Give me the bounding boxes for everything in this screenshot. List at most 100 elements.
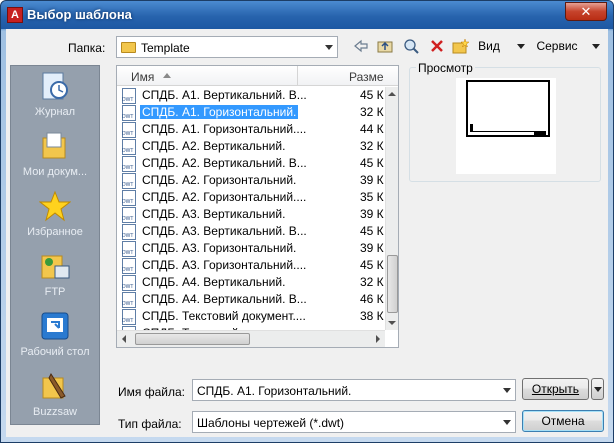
column-name-label: Имя — [131, 70, 155, 84]
file-name: СПДБ. А3. Вертикальний. В... — [142, 224, 307, 238]
my-documents-icon — [42, 132, 66, 159]
table-row[interactable]: СПДБ. А3. Горизонтальний. 39 К — [117, 240, 385, 257]
dwt-file-icon — [122, 88, 136, 104]
folder-combo[interactable]: Template — [116, 36, 338, 58]
file-name: СПДБ. Текстовий документ.... — [142, 309, 306, 323]
dwt-file-icon — [122, 105, 136, 121]
tools-menu-button[interactable]: Сервис — [536, 38, 578, 54]
back-icon[interactable] — [353, 38, 369, 54]
horizontal-scrollbar[interactable] — [117, 330, 385, 347]
folder-value: Template — [141, 41, 190, 55]
open-button[interactable]: Открыть — [522, 378, 589, 400]
scroll-down-icon[interactable] — [388, 321, 396, 325]
file-size: 38 К — [360, 309, 384, 323]
file-size: 32 К — [360, 139, 384, 153]
scroll-right-icon[interactable] — [376, 335, 380, 343]
table-row[interactable]: СПДБ. А2. Вертикальний. В... 45 К — [117, 155, 385, 172]
table-row[interactable]: СПДБ. Текстовий документ.... 38 К — [117, 308, 385, 325]
filetype-combo[interactable]: Шаблоны чертежей (*.dwt) — [192, 411, 516, 433]
scroll-thumb[interactable] — [387, 255, 398, 313]
vertical-scrollbar[interactable] — [385, 87, 398, 330]
table-row[interactable]: СПДБ. А2. Горизонтальний. 39 К — [117, 172, 385, 189]
file-size: 45 К — [360, 258, 384, 272]
file-size: 45 К — [360, 88, 384, 102]
new-folder-icon[interactable] — [452, 38, 470, 54]
file-size: 35 К — [360, 190, 384, 204]
table-row[interactable]: СПДБ. А2. Вертикальний. 32 К — [117, 138, 385, 155]
dwt-file-icon — [122, 292, 136, 308]
file-list[interactable]: Имя Разме СПДБ. А1. Вертикальний. В... 45… — [116, 65, 399, 348]
table-row[interactable]: СПДБ. А3. Вертикальний. В... 45 К — [117, 223, 385, 240]
place-label: Buzzsaw — [32, 406, 78, 418]
cancel-button[interactable]: Отмена — [522, 410, 604, 432]
view-menu-button[interactable]: Вид — [478, 38, 500, 54]
file-size: 32 К — [360, 275, 384, 289]
file-size: 39 К — [360, 173, 384, 187]
file-size: 44 К — [360, 122, 384, 136]
table-row[interactable]: СПДБ. А1. Горизонтальний. 32 К — [117, 104, 385, 121]
chevron-down-icon — [325, 45, 333, 50]
dwt-file-icon — [122, 258, 136, 274]
file-name: СПДБ. А4. Вертикальний. В... — [142, 292, 307, 306]
file-name: СПДБ. А2. Горизонтальний. — [142, 173, 297, 187]
table-row[interactable]: СПДБ. А1. Горизонтальний.... 44 К — [117, 121, 385, 138]
table-row[interactable]: СПДБ. А4. Вертикальний. 32 К — [117, 274, 385, 291]
table-row[interactable]: СПДБ. А4. Вертикальний. В... 46 К — [117, 291, 385, 308]
table-row[interactable]: СПДБ. А1. Вертикальний. В... 45 К — [117, 87, 385, 104]
place-label: Рабочий стол — [20, 346, 90, 358]
filename-value: СПДБ. А1. Горизонтальний. — [197, 384, 352, 398]
filename-label: Имя файла: — [118, 385, 185, 399]
place-history[interactable]: Журнал — [11, 66, 99, 126]
place-my-documents[interactable]: Мои докум... — [11, 126, 99, 186]
dwt-file-icon — [122, 207, 136, 223]
place-ftp[interactable]: FTP — [11, 246, 99, 306]
file-name: СПДБ. А1. Горизонтальний. — [140, 105, 299, 119]
buzzsaw-icon — [42, 372, 66, 399]
column-header-name[interactable]: Имя — [117, 66, 298, 86]
dwt-file-icon — [122, 190, 136, 206]
place-buzzsaw[interactable]: Buzzsaw — [11, 366, 99, 426]
file-size: 45 К — [360, 156, 384, 170]
history-icon — [42, 72, 68, 100]
file-list-header: Имя Разме — [117, 66, 398, 86]
dwt-file-icon — [122, 309, 136, 325]
window-title: Выбор шаблона — [27, 7, 132, 22]
filetype-value: Шаблоны чертежей (*.dwt) — [197, 416, 345, 430]
file-name: СПДБ. А2. Вертикальний. — [142, 139, 286, 153]
scroll-up-icon[interactable] — [388, 92, 396, 96]
favorites-star-icon — [39, 190, 71, 222]
table-row[interactable]: СПДБ. А2. Горизонтальний.... 35 К — [117, 189, 385, 206]
place-label: Мои докум... — [22, 166, 88, 178]
dwt-file-icon — [122, 139, 136, 155]
place-label: FTP — [44, 286, 66, 298]
file-size: 46 К — [360, 292, 384, 306]
dwt-file-icon — [122, 275, 136, 291]
up-folder-icon[interactable] — [377, 38, 393, 54]
file-name: СПДБ. А4. Вертикальний. — [142, 275, 286, 289]
file-name: СПДБ. А2. Горизонтальний.... — [142, 190, 307, 204]
table-row[interactable]: СПДБ. А3. Вертикальний. 39 К — [117, 206, 385, 223]
table-row[interactable]: СПДБ. А3. Горизонтальний.... 45 К — [117, 257, 385, 274]
place-favorites[interactable]: Избранное — [11, 186, 99, 246]
column-header-size[interactable]: Разме — [349, 70, 384, 84]
place-desktop[interactable]: Рабочий стол — [11, 306, 99, 366]
file-size: 39 К — [360, 241, 384, 255]
file-name: СПДБ. А2. Вертикальний. В... — [142, 156, 307, 170]
place-label: Журнал — [34, 106, 76, 118]
view-dropdown-icon[interactable] — [517, 44, 525, 49]
file-name: СПДБ. А1. Вертикальний. В... — [142, 88, 307, 102]
title-bar[interactable]: A Выбор шаблона ✕ — [1, 1, 613, 29]
dwt-file-icon — [122, 241, 136, 257]
scroll-left-icon[interactable] — [122, 335, 126, 343]
tools-dropdown-icon[interactable] — [592, 44, 600, 49]
preview-image — [456, 78, 556, 174]
filename-combo[interactable]: СПДБ. А1. Горизонтальний. — [192, 379, 516, 401]
open-options-button[interactable] — [591, 378, 604, 400]
scroll-thumb-horizontal[interactable] — [135, 333, 250, 345]
delete-icon[interactable] — [429, 38, 445, 54]
preview-label: Просмотр — [416, 61, 475, 75]
close-button[interactable]: ✕ — [565, 2, 607, 21]
open-button-label: Открыть — [531, 382, 580, 396]
ftp-icon — [41, 255, 70, 279]
search-web-icon[interactable] — [403, 38, 421, 54]
